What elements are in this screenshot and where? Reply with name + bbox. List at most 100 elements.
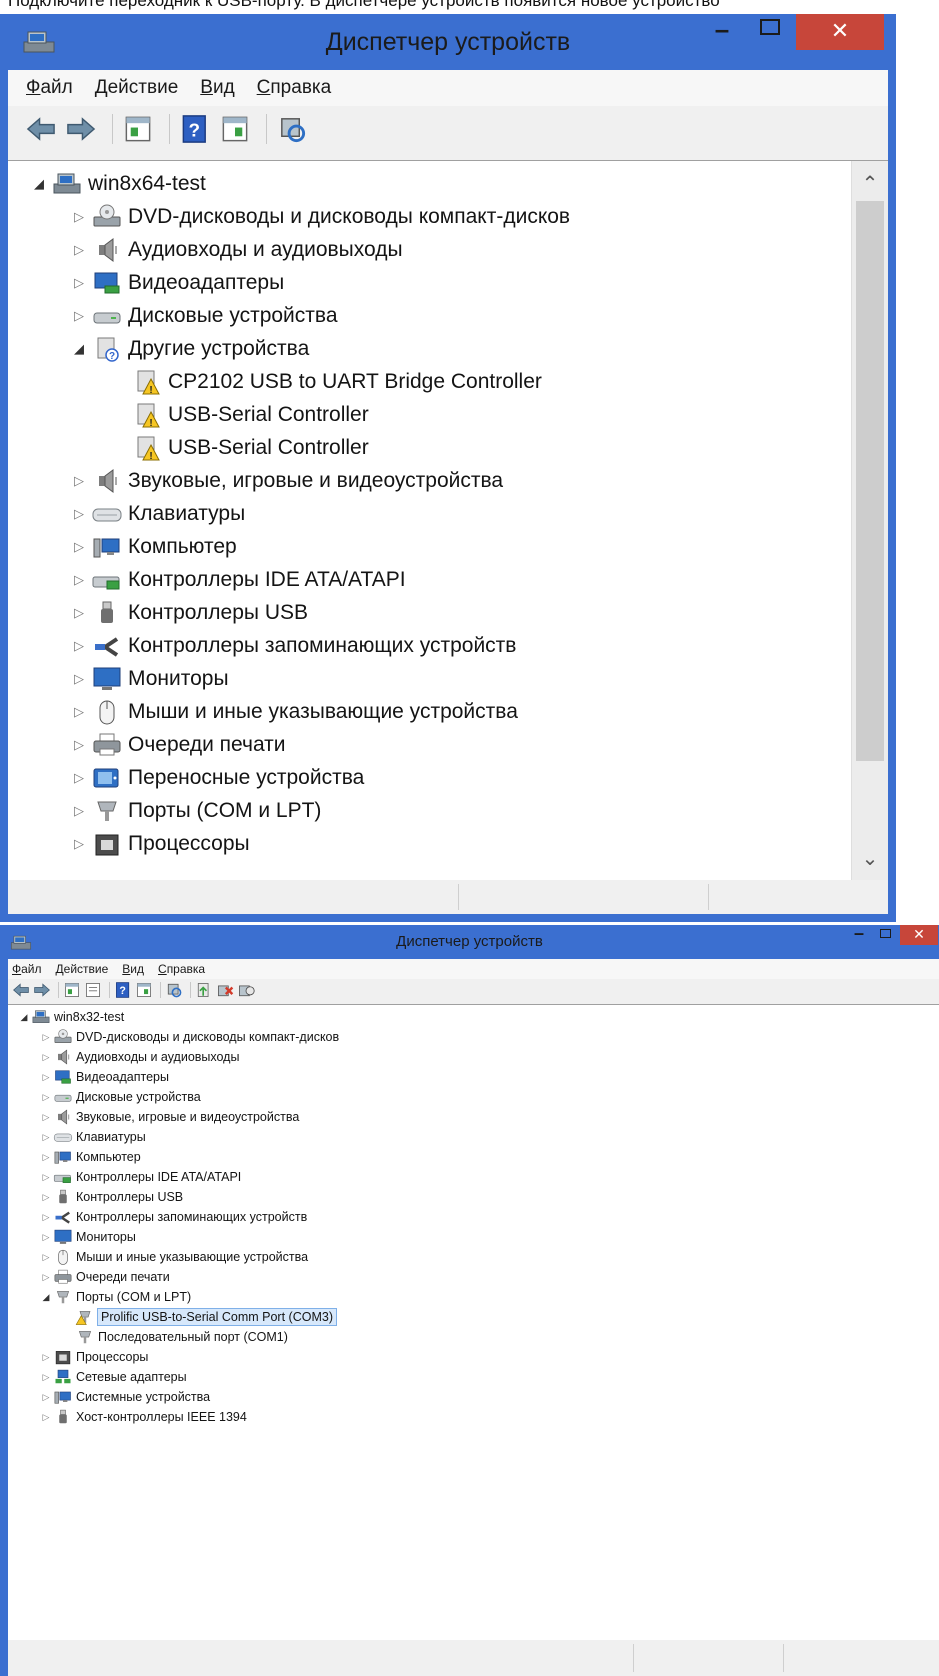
expand-arrow-icon[interactable]: ▷ bbox=[70, 308, 88, 324]
tree-category[interactable]: ▷ Контроллеры USB bbox=[8, 596, 888, 629]
tree-device[interactable]: ! USB-Serial Controller bbox=[8, 431, 888, 464]
tree-category[interactable]: ▷ Видеоадаптеры bbox=[8, 266, 888, 299]
tree-category[interactable]: ▷ Звуковые, игровые и видеоустройства bbox=[8, 464, 888, 497]
expand-arrow-icon[interactable]: ▷ bbox=[40, 1172, 52, 1183]
forward-button[interactable] bbox=[33, 981, 51, 999]
menu-help[interactable]: Справка bbox=[158, 962, 205, 976]
device-tree[interactable]: ◢ win8x32-test ▷ DVD-дисководы и дисководы … bbox=[8, 1004, 939, 1642]
tree-category[interactable]: ▷ Порты (COM и LPT) bbox=[8, 794, 888, 827]
expand-arrow-icon[interactable]: ▷ bbox=[70, 572, 88, 588]
expand-arrow-icon[interactable]: ▷ bbox=[40, 1052, 52, 1063]
view-grid-button[interactable] bbox=[135, 981, 153, 999]
expand-arrow-icon[interactable]: ▷ bbox=[40, 1112, 52, 1123]
help-button[interactable]: ? bbox=[114, 981, 132, 999]
menu-action[interactable]: Действие bbox=[56, 962, 109, 976]
list-button[interactable] bbox=[84, 981, 102, 999]
maximize-button[interactable] bbox=[872, 925, 898, 945]
back-button[interactable] bbox=[24, 113, 58, 145]
expand-arrow-icon[interactable]: ▷ bbox=[40, 1352, 52, 1363]
minimize-button[interactable]: – bbox=[700, 14, 744, 50]
scroll-up-icon[interactable]: ⌃ bbox=[852, 171, 888, 196]
tree-category[interactable]: ▷ Клавиатуры bbox=[8, 497, 888, 530]
help-button[interactable]: ? bbox=[178, 113, 212, 145]
expand-arrow-icon[interactable]: ▷ bbox=[40, 1032, 52, 1043]
expand-arrow-icon[interactable]: ▷ bbox=[70, 209, 88, 225]
collapse-arrow-icon[interactable]: ◢ bbox=[70, 341, 88, 357]
expand-arrow-icon[interactable]: ▷ bbox=[40, 1152, 52, 1163]
expand-arrow-icon[interactable]: ▷ bbox=[40, 1072, 52, 1083]
properties-grid-button[interactable] bbox=[121, 113, 155, 145]
tree-category[interactable]: ▷ DVD-дисководы и дисководы компакт-диско… bbox=[8, 200, 888, 233]
tree-category[interactable]: ▷ Компьютер bbox=[8, 530, 888, 563]
expand-arrow-icon[interactable]: ▷ bbox=[40, 1092, 52, 1103]
expand-arrow-icon[interactable]: ▷ bbox=[70, 704, 88, 720]
expand-arrow-icon[interactable]: ▷ bbox=[40, 1212, 52, 1223]
expand-arrow-icon[interactable]: ▷ bbox=[70, 671, 88, 687]
tree-device[interactable]: ! CP2102 USB to UART Bridge Controller bbox=[8, 365, 888, 398]
tree-category[interactable]: ◢ Порты (COM и LPT) bbox=[8, 1287, 939, 1307]
tree-category[interactable]: ▷ Мыши и иные указывающие устройства bbox=[8, 1247, 939, 1267]
title-bar[interactable]: Диспетчер устройств – ✕ bbox=[0, 14, 896, 70]
minimize-button[interactable]: – bbox=[846, 924, 872, 945]
tree-root-node[interactable]: ◢ win8x64-test bbox=[8, 167, 888, 200]
forward-button[interactable] bbox=[64, 113, 98, 145]
maximize-button[interactable] bbox=[748, 14, 792, 50]
scroll-down-icon[interactable]: ⌄ bbox=[852, 846, 888, 871]
expand-arrow-icon[interactable]: ▷ bbox=[70, 506, 88, 522]
scan-hardware-button[interactable] bbox=[165, 981, 183, 999]
expand-arrow-icon[interactable]: ▷ bbox=[40, 1372, 52, 1383]
scroll-thumb[interactable] bbox=[856, 201, 884, 761]
tree-category[interactable]: ▷ Мониторы bbox=[8, 662, 888, 695]
tree-category[interactable]: ▷ Контроллеры запоминающих устройств bbox=[8, 1207, 939, 1227]
expand-arrow-icon[interactable]: ▷ bbox=[40, 1412, 52, 1423]
collapse-arrow-icon[interactable]: ◢ bbox=[30, 176, 48, 192]
expand-arrow-icon[interactable]: ▷ bbox=[70, 275, 88, 291]
expand-arrow-icon[interactable]: ▷ bbox=[40, 1192, 52, 1203]
back-button[interactable] bbox=[12, 981, 30, 999]
properties-grid-button[interactable] bbox=[63, 981, 81, 999]
tree-category[interactable]: ▷ Контроллеры USB bbox=[8, 1187, 939, 1207]
tree-category[interactable]: ▷ Звуковые, игровые и видеоустройства bbox=[8, 1107, 939, 1127]
expand-arrow-icon[interactable]: ▷ bbox=[40, 1252, 52, 1263]
tree-category[interactable]: ▷ Очереди печати bbox=[8, 1267, 939, 1287]
tree-device[interactable]: ! USB-Serial Controller bbox=[8, 398, 888, 431]
expand-arrow-icon[interactable]: ▷ bbox=[70, 242, 88, 258]
enable-device-button[interactable] bbox=[237, 981, 255, 999]
tree-category[interactable]: ▷ Процессоры bbox=[8, 827, 888, 860]
tree-category[interactable]: ▷ Сетевые адаптеры bbox=[8, 1367, 939, 1387]
expand-arrow-icon[interactable]: ▷ bbox=[40, 1132, 52, 1143]
tree-category[interactable]: ▷ Дисковые устройства bbox=[8, 299, 888, 332]
update-driver-button[interactable] bbox=[195, 981, 213, 999]
tree-category[interactable]: ▷ Хост-контроллеры IEEE 1394 bbox=[8, 1407, 939, 1427]
device-tree[interactable]: ◢ win8x64-test ▷ DVD-дисководы и дисководы … bbox=[8, 160, 888, 882]
tree-category[interactable]: ▷ Дисковые устройства bbox=[8, 1087, 939, 1107]
tree-category[interactable]: ▷ Видеоадаптеры bbox=[8, 1067, 939, 1087]
collapse-arrow-icon[interactable]: ◢ bbox=[18, 1012, 30, 1023]
view-grid-button[interactable] bbox=[218, 113, 252, 145]
expand-arrow-icon[interactable]: ▷ bbox=[40, 1392, 52, 1403]
tree-category[interactable]: ▷ Аудиовходы и аудиовыходы bbox=[8, 233, 888, 266]
collapse-arrow-icon[interactable]: ◢ bbox=[40, 1292, 52, 1303]
tree-device[interactable]: Prolific USB-to-Serial Comm Port (COM3) bbox=[8, 1307, 939, 1327]
tree-category[interactable]: ▷ Очереди печати bbox=[8, 728, 888, 761]
tree-category[interactable]: ▷ Клавиатуры bbox=[8, 1127, 939, 1147]
menu-view[interactable]: Вид bbox=[200, 77, 234, 99]
close-button[interactable]: ✕ bbox=[900, 925, 938, 945]
tree-category[interactable]: ▷ Контроллеры IDE ATA/ATAPI bbox=[8, 563, 888, 596]
tree-category[interactable]: ▷ Компьютер bbox=[8, 1147, 939, 1167]
vertical-scrollbar[interactable]: ⌃ ⌄ bbox=[851, 161, 888, 881]
close-button[interactable]: ✕ bbox=[796, 14, 884, 50]
tree-root-node[interactable]: ◢ win8x32-test bbox=[8, 1007, 939, 1027]
tree-category[interactable]: ▷ Процессоры bbox=[8, 1347, 939, 1367]
tree-category[interactable]: ▷ Мыши и иные указывающие устройства bbox=[8, 695, 888, 728]
menu-file[interactable]: Файл bbox=[26, 77, 73, 99]
tree-category[interactable]: ▷ Контроллеры запоминающих устройств bbox=[8, 629, 888, 662]
scan-hardware-button[interactable] bbox=[275, 113, 309, 145]
expand-arrow-icon[interactable]: ▷ bbox=[70, 770, 88, 786]
tree-category[interactable]: ▷ Аудиовходы и аудиовыходы bbox=[8, 1047, 939, 1067]
expand-arrow-icon[interactable]: ▷ bbox=[70, 539, 88, 555]
menu-action[interactable]: Действие bbox=[95, 77, 179, 99]
tree-category[interactable]: ▷ Контроллеры IDE ATA/ATAPI bbox=[8, 1167, 939, 1187]
tree-category[interactable]: ▷ Мониторы bbox=[8, 1227, 939, 1247]
menu-help[interactable]: Справка bbox=[257, 77, 332, 99]
